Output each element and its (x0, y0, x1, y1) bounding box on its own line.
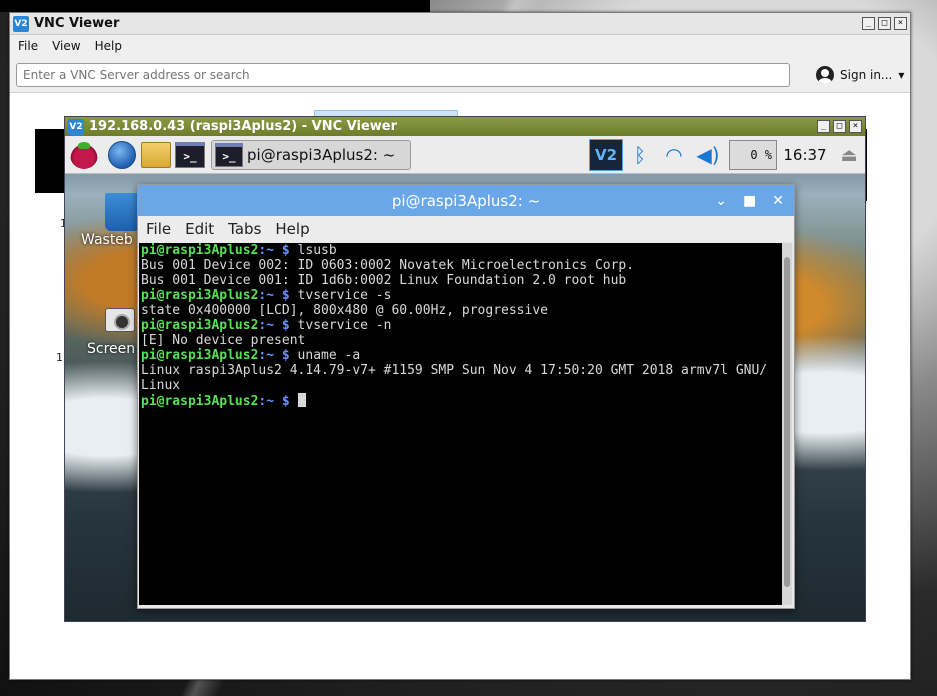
terminal-minimize-button[interactable]: ⌄ (715, 193, 727, 209)
sign-in-button[interactable]: Sign in... ▾ (816, 65, 905, 84)
terminal-window: pi@raspi3Aplus2: ~ ⌄ ■ ✕ File Edit Tabs … (137, 184, 795, 609)
terminal-output-line: Linux (141, 378, 181, 393)
vnc-main-menubar: File View Help (10, 35, 910, 57)
terminal-command-line: pi@raspi3Aplus2:~ $ tvservice -n (141, 318, 780, 333)
terminal-cursor (297, 393, 306, 407)
scrollbar-thumb[interactable] (784, 257, 790, 587)
vnc-main-title: VNC Viewer (34, 16, 120, 31)
vnc-logo-icon: V2 (68, 118, 84, 135)
raspberry-icon (70, 140, 98, 169)
prompt-user: pi@raspi3Aplus2 (141, 318, 259, 333)
vnc-address-input[interactable] (16, 62, 790, 87)
browser-launcher[interactable] (107, 140, 137, 170)
terminal-output-line: [E] No device present (141, 333, 306, 348)
screenshot-icon[interactable] (105, 308, 135, 332)
prompt-path: :~ $ (258, 243, 290, 258)
session-minimize-button[interactable]: _ (817, 120, 830, 133)
terminal-command-line: pi@raspi3Aplus2:~ $ uname -a (141, 348, 780, 363)
terminal-output-line: state 0x400000 [LCD], 800x480 @ 60.00Hz,… (141, 303, 548, 318)
vnc-logo-icon: V2 (13, 15, 29, 32)
terminal-output-line: Bus 001 Device 001: ID 1d6b:0002 Linux F… (141, 273, 627, 288)
prompt-user: pi@raspi3Aplus2 (141, 243, 259, 258)
files-icon (141, 141, 171, 168)
taskbar-item-label: pi@raspi3Aplus2: ~ (247, 145, 396, 164)
terminal-menubar: File Edit Tabs Help (138, 216, 794, 242)
session-title: 192.168.0.43 (raspi3Aplus2) - VNC Viewer (89, 119, 398, 134)
terminal-scrollbar[interactable] (782, 243, 792, 605)
terminal-menu-help[interactable]: Help (275, 220, 309, 238)
menu-file[interactable]: File (18, 39, 38, 53)
terminal-command-line: pi@raspi3Aplus2:~ $ tvservice -s (141, 288, 780, 303)
terminal-menu-edit[interactable]: Edit (185, 220, 214, 238)
command-text: tvservice -n (289, 318, 392, 333)
taskbar-item-terminal[interactable]: >_ pi@raspi3Aplus2: ~ (211, 139, 411, 170)
session-maximize-button[interactable]: □ (833, 120, 846, 133)
terminal-titlebar[interactable]: pi@raspi3Aplus2: ~ ⌄ ■ ✕ (138, 185, 794, 216)
command-text: lsusb (289, 243, 337, 258)
terminal-output[interactable]: pi@raspi3Aplus2:~ $ lsusb Bus 001 Device … (139, 243, 782, 605)
terminal-menu-tabs[interactable]: Tabs (228, 220, 261, 238)
minimize-button[interactable]: _ (862, 17, 875, 30)
terminal-icon: >_ (215, 142, 243, 167)
raspberry-pi-panel: >_ >_ pi@raspi3Aplus2: ~ V2 ᛒ ◠ ◀) 0 % 1… (65, 136, 865, 174)
globe-icon (108, 140, 136, 169)
terminal-maximize-button[interactable]: ■ (743, 193, 756, 209)
wifi-icon[interactable]: ◠ (657, 140, 691, 170)
prompt-path: :~ $ (258, 318, 290, 333)
prompt-path: :~ $ (258, 348, 290, 363)
prompt-user: pi@raspi3Aplus2 (141, 394, 259, 409)
session-titlebar[interactable]: V2 192.168.0.43 (raspi3Aplus2) - VNC Vie… (65, 117, 865, 136)
prompt-path: :~ $ (258, 288, 290, 303)
menu-button[interactable] (69, 140, 99, 170)
command-text: uname -a (289, 348, 361, 363)
terminal-menu-file[interactable]: File (146, 220, 171, 238)
system-tray: V2 ᛒ ◠ ◀) 0 % 16:37 ⏏ (589, 136, 865, 174)
maximize-button[interactable]: □ (878, 17, 891, 30)
file-manager-launcher[interactable] (141, 140, 171, 170)
menu-view[interactable]: View (52, 39, 80, 53)
remote-desktop[interactable]: >_ >_ pi@raspi3Aplus2: ~ V2 ᛒ ◠ ◀) 0 % 1… (65, 136, 865, 621)
terminal-command-line: pi@raspi3Aplus2:~ $ (141, 393, 780, 409)
sign-in-label: Sign in... (840, 67, 893, 82)
terminal-launcher[interactable]: >_ (175, 140, 205, 170)
prompt-path: :~ $ (258, 394, 290, 409)
menu-help[interactable]: Help (95, 39, 122, 53)
terminal-output-line: Bus 001 Device 002: ID 0603:0002 Novatek… (141, 258, 635, 273)
command-text (290, 394, 298, 409)
session-close-button[interactable]: × (849, 120, 862, 133)
vnc-tray-icon[interactable]: V2 (589, 139, 623, 171)
command-text: tvservice -s (289, 288, 392, 303)
clock[interactable]: 16:37 (777, 146, 833, 164)
connection-label: 1 (56, 351, 63, 364)
bluetooth-icon[interactable]: ᛒ (623, 140, 657, 170)
prompt-user: pi@raspi3Aplus2 (141, 348, 259, 363)
eject-icon[interactable]: ⏏ (833, 140, 865, 170)
terminal-output-line: Linux raspi3Aplus2 4.14.79-v7+ #1159 SMP… (141, 363, 768, 378)
terminal-close-button[interactable]: ✕ (772, 193, 784, 209)
outer-window-edge (0, 0, 430, 12)
terminal-icon: >_ (175, 141, 205, 168)
prompt-user: pi@raspi3Aplus2 (141, 288, 259, 303)
vnc-main-toolbar: Sign in... ▾ (10, 57, 910, 93)
terminal-title: pi@raspi3Aplus2: ~ (391, 191, 541, 210)
terminal-command-line: pi@raspi3Aplus2:~ $ lsusb (141, 243, 780, 258)
screenshot-label: Screen (87, 341, 136, 357)
close-button[interactable]: × (894, 17, 907, 30)
chevron-down-icon: ▾ (898, 67, 905, 82)
volume-icon[interactable]: ◀) (691, 140, 725, 170)
cpu-monitor[interactable]: 0 % (729, 140, 777, 170)
user-icon (816, 65, 834, 84)
vnc-session-window: V2 192.168.0.43 (raspi3Aplus2) - VNC Vie… (64, 116, 866, 622)
wastebasket-icon[interactable] (105, 193, 141, 231)
wastebasket-label: Wasteb (81, 232, 133, 248)
vnc-main-titlebar[interactable]: V2 VNC Viewer _ □ × (10, 13, 910, 35)
